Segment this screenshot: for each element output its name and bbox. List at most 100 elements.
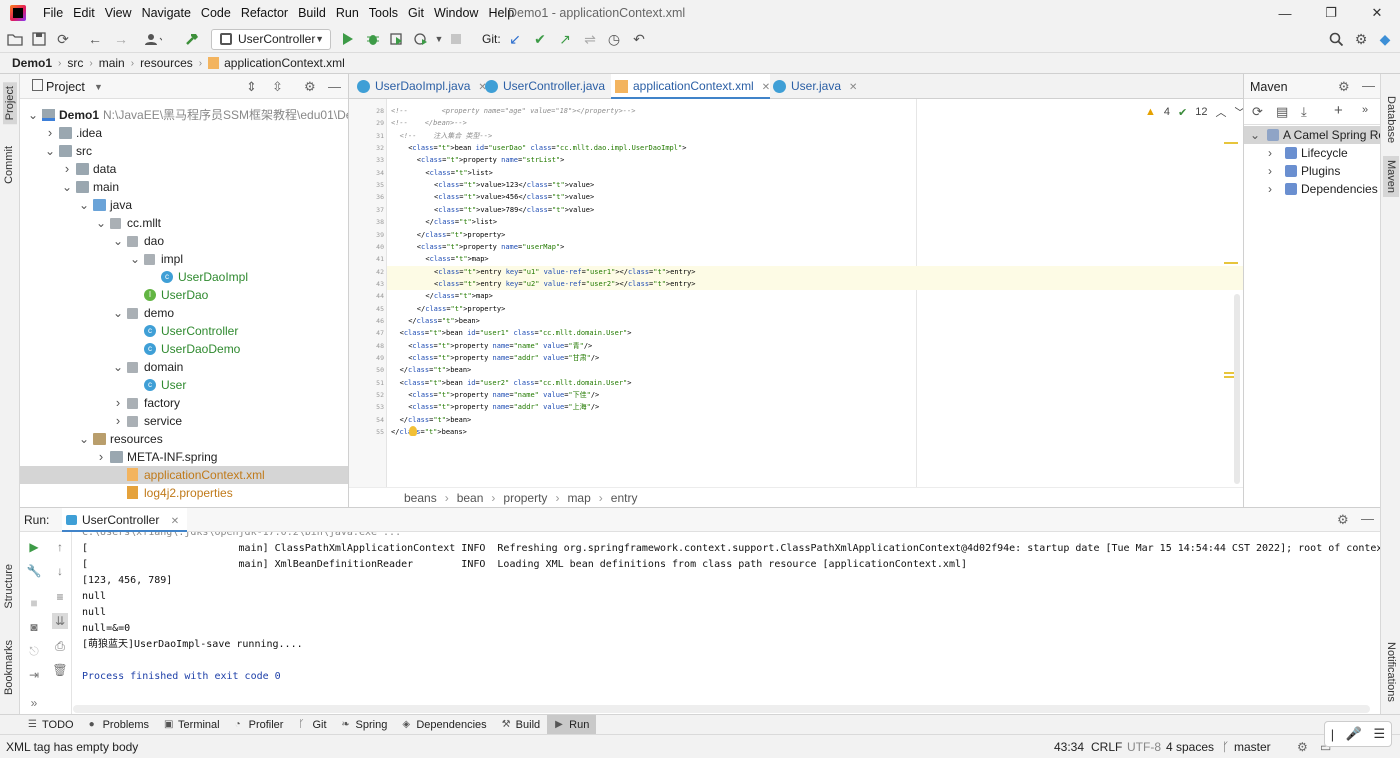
git-history-icon[interactable]: ◷	[605, 30, 623, 48]
debug-icon[interactable]	[364, 30, 382, 48]
code-line[interactable]: <class="t">property name="name" value="青…	[408, 340, 592, 352]
crumb-resources[interactable]: resources	[140, 56, 193, 70]
microphone-icon[interactable]: 🎤	[1346, 726, 1362, 742]
run-tab-usercontroller[interactable]: UserController ✕	[62, 508, 188, 532]
back-arrow-icon[interactable]: ←	[86, 30, 104, 48]
tree-item-meta-inf-spring[interactable]: › META-INF.spring	[20, 448, 348, 466]
git-branch[interactable]: master	[1234, 740, 1271, 754]
toolwindow-profiler[interactable]: ◔ Profiler	[227, 715, 291, 735]
open-folder-icon[interactable]	[6, 30, 24, 48]
more-icon[interactable]: »	[1362, 104, 1368, 116]
code-line[interactable]: <class="t">map>	[425, 253, 488, 265]
tab-userdaoimpl-java[interactable]: UserDaoImpl.java ✕	[353, 74, 487, 99]
maven-item-plugins[interactable]: › Plugins	[1244, 162, 1380, 180]
editor-scrollbar[interactable]	[1224, 99, 1240, 487]
code-line[interactable]: <class="t">value>123</class="t">value>	[434, 179, 594, 191]
code-line[interactable]: </class="t">list>	[425, 216, 497, 228]
database-tool-tab[interactable]: Database	[1385, 96, 1397, 143]
tree-item-user[interactable]: c User	[20, 376, 348, 394]
breadcrumb-beans[interactable]: beans	[404, 491, 437, 505]
code-line[interactable]: <class="t">entry key="u1" value-ref="use…	[434, 266, 695, 278]
git-push-icon[interactable]: ↗	[556, 30, 574, 48]
chevron-down-icon[interactable]: ⌄	[79, 430, 89, 448]
soft-wrap-icon[interactable]: ≡	[52, 589, 68, 605]
toolwindow-todo[interactable]: ☰ TODO	[20, 715, 81, 735]
toolwindow-terminal[interactable]: ▣ Terminal	[156, 715, 227, 735]
search-everywhere-icon[interactable]	[1327, 30, 1345, 48]
chevron-right-icon[interactable]: ›	[1268, 180, 1272, 198]
menu-run[interactable]: Run	[331, 6, 364, 20]
caret-position[interactable]: 43:34	[1054, 740, 1084, 754]
hide-panel-icon[interactable]: —	[328, 79, 341, 94]
rerun-icon[interactable]: ▶	[26, 539, 42, 555]
ime-bar-icon[interactable]: |	[1331, 727, 1334, 742]
maven-item-a-camel-spring-rou[interactable]: ⌄ A Camel Spring Rou	[1244, 126, 1380, 144]
error-stripe-mark[interactable]	[1224, 262, 1238, 264]
menu-git[interactable]: Git	[403, 6, 429, 20]
inspection-profile-icon[interactable]: ⚙	[1297, 740, 1308, 754]
tree-item-main[interactable]: ⌄ main	[20, 178, 348, 196]
git-merge-icon[interactable]: ⇌	[581, 30, 599, 48]
collapse-all-icon[interactable]: ⇳	[272, 79, 283, 95]
chevron-right-icon[interactable]: ›	[62, 160, 72, 178]
run-icon[interactable]	[339, 30, 357, 48]
crumb-main[interactable]: main	[99, 56, 125, 70]
tree-item-java[interactable]: ⌄ java	[20, 196, 348, 214]
chevron-right-icon[interactable]: ›	[113, 394, 123, 412]
tab-usercontroller-java[interactable]: UserController.java✕	[481, 74, 621, 99]
chevron-down-icon[interactable]: ⌄	[113, 232, 123, 250]
tab-user-java[interactable]: User.java ✕	[769, 74, 857, 99]
chevron-down-icon[interactable]: ⌄	[62, 178, 72, 196]
file-encoding[interactable]: UTF-8	[1127, 740, 1161, 754]
project-panel-title[interactable]: Project	[46, 80, 85, 94]
settings-gear-icon[interactable]: ⚙	[304, 79, 316, 95]
hide-panel-icon[interactable]: —	[1362, 78, 1375, 93]
expand-all-icon[interactable]: ⇕	[246, 79, 257, 95]
chevron-down-icon[interactable]: ⌄	[79, 196, 89, 214]
maven-item-dependencies[interactable]: › Dependencies	[1244, 180, 1380, 198]
run-with-coverage-icon[interactable]	[388, 30, 406, 48]
tree-item-applicationcontext-xml[interactable]: applicationContext.xml	[20, 466, 348, 484]
menu-build[interactable]: Build	[293, 6, 331, 20]
error-stripe-mark[interactable]	[1224, 142, 1238, 144]
login-icon[interactable]: ⇥	[26, 667, 42, 683]
chevron-down-icon[interactable]: ⌄	[28, 106, 38, 124]
tree-item-userdao[interactable]: I UserDao	[20, 286, 348, 304]
toolwindow-spring[interactable]: ❧ Spring	[334, 715, 395, 735]
close-icon[interactable]: ✕	[171, 516, 179, 527]
run-configuration-select[interactable]: UserController ▼	[211, 29, 331, 50]
chevron-right-icon[interactable]: ›	[1268, 162, 1272, 180]
menu-view[interactable]: View	[100, 6, 137, 20]
line-separator[interactable]: CRLF	[1091, 740, 1122, 754]
intention-bulb-icon[interactable]	[409, 426, 417, 436]
trash-icon[interactable]: 🗑	[52, 662, 68, 678]
code-line[interactable]: </class="t">property>	[417, 229, 506, 241]
crumb-file[interactable]: applicationContext.xml	[224, 56, 345, 70]
scroll-down-icon[interactable]: ↓	[52, 563, 68, 579]
chevron-right-icon[interactable]: ›	[45, 124, 55, 142]
tree-item-usercontroller[interactable]: c UserController	[20, 322, 348, 340]
git-rollback-icon[interactable]: ↶	[630, 30, 648, 48]
add-icon[interactable]: +	[1334, 102, 1343, 119]
chevron-right-icon[interactable]: ›	[113, 412, 123, 430]
maven-tool-tab[interactable]: Maven	[1383, 156, 1399, 198]
scroll-thumb[interactable]	[1234, 294, 1240, 484]
build-hammer-icon[interactable]	[183, 30, 201, 48]
input-method-widget[interactable]: | 🎤 ☰	[1324, 721, 1392, 747]
tree-item-impl[interactable]: ⌄ impl	[20, 250, 348, 268]
code-line[interactable]: <class="t">list>	[425, 167, 492, 179]
code-line[interactable]: <!-- <property name="age" value="18"></p…	[391, 105, 635, 117]
code-line[interactable]: </class="t">bean>	[400, 414, 472, 426]
toolwindow-build[interactable]: ⚒ Build	[494, 715, 547, 735]
tree-item--idea[interactable]: › .idea	[20, 124, 348, 142]
minimize-button[interactable]: —	[1262, 0, 1308, 26]
tree-item-userdaodemo[interactable]: c UserDaoDemo	[20, 340, 348, 358]
generate-sources-icon[interactable]: ▤	[1276, 104, 1288, 120]
crumb-project[interactable]: Demo1	[12, 56, 52, 70]
code-line[interactable]: <!-- 注入集合 类型-->	[400, 130, 493, 142]
toolwindow-problems[interactable]: ● Problems	[81, 715, 156, 735]
camera-icon[interactable]: ◙	[26, 619, 42, 635]
chevron-down-icon[interactable]: ⌄	[45, 142, 55, 160]
toolwindow-git[interactable]: ᚴ Git	[290, 715, 333, 735]
tree-item-domain[interactable]: ⌄ domain	[20, 358, 348, 376]
